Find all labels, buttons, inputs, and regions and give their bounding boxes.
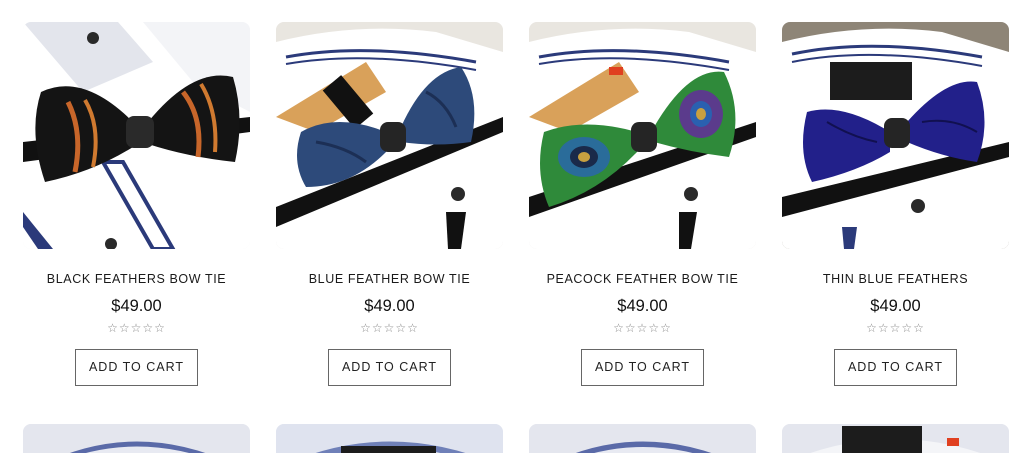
rating-stars: ☆☆☆☆☆ [107, 321, 166, 335]
shirt-collar-image [23, 424, 250, 453]
product-image[interactable] [782, 424, 1009, 453]
product-image[interactable] [23, 22, 250, 249]
product-card: BLUE FEATHER BOW TIE $49.00 ☆☆☆☆☆ ADD TO… [276, 22, 503, 386]
product-card: PEACOCK FEATHER BOW TIE $49.00 ☆☆☆☆☆ ADD… [529, 22, 756, 386]
blue-feather-bow-tie-image [276, 22, 503, 249]
product-price: $49.00 [617, 297, 668, 315]
product-price: $49.00 [111, 297, 162, 315]
rating-stars: ☆☆☆☆☆ [360, 321, 419, 335]
add-to-cart-button[interactable]: ADD TO CART [581, 349, 704, 386]
product-title[interactable]: BLUE FEATHER BOW TIE [276, 272, 503, 286]
add-to-cart-button[interactable]: ADD TO CART [75, 349, 198, 386]
product-title[interactable]: BLACK FEATHERS BOW TIE [23, 272, 250, 286]
rating-stars: ☆☆☆☆☆ [613, 321, 672, 335]
thin-blue-feathers-image [782, 22, 1009, 249]
add-to-cart-button[interactable]: ADD TO CART [834, 349, 957, 386]
product-image[interactable] [529, 22, 756, 249]
product-title[interactable]: PEACOCK FEATHER BOW TIE [529, 272, 756, 286]
product-price: $49.00 [364, 297, 415, 315]
product-image[interactable] [782, 22, 1009, 249]
product-image[interactable] [529, 424, 756, 453]
add-to-cart-button[interactable]: ADD TO CART [328, 349, 451, 386]
black-feather-bow-tie-image [23, 22, 250, 249]
rating-stars: ☆☆☆☆☆ [866, 321, 925, 335]
shirt-collar-image [529, 424, 756, 453]
product-image[interactable] [23, 424, 250, 453]
peacock-feather-bow-tie-image [529, 22, 756, 249]
product-card: BLACK FEATHERS BOW TIE $49.00 ☆☆☆☆☆ ADD … [23, 22, 250, 386]
product-card: THIN BLUE FEATHERS $49.00 ☆☆☆☆☆ ADD TO C… [782, 22, 1009, 386]
shirt-collar-image [276, 424, 503, 453]
product-image[interactable] [276, 424, 503, 453]
shirt-collar-elle-label-image [782, 424, 1009, 453]
product-title[interactable]: THIN BLUE FEATHERS [782, 272, 1009, 286]
product-image[interactable] [276, 22, 503, 249]
product-price: $49.00 [870, 297, 921, 315]
